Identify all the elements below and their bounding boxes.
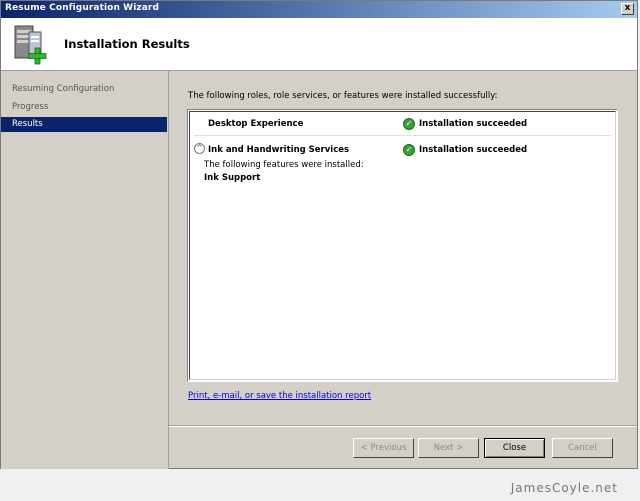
check-icon: ✓ (403, 144, 415, 156)
result-name: Ink and Handwriting Services (208, 145, 350, 155)
watermark: JamesCoyle.net (510, 481, 618, 495)
results-panel: The following roles, role services, or f… (169, 71, 637, 426)
results-list[interactable]: Desktop Experience ✓ Installation succee… (187, 109, 618, 382)
result-status: ✓ Installation succeeded (403, 117, 527, 131)
window-title: Resume Configuration Wizard (5, 3, 159, 13)
page-title: Installation Results (64, 37, 190, 51)
wizard-steps: Resuming Configuration Progress Results (1, 71, 169, 469)
result-row: Desktop Experience ✓ Installation succee… (190, 114, 615, 133)
row-divider (194, 135, 611, 136)
cancel-button[interactable]: Cancel (552, 438, 613, 458)
collapse-icon[interactable]: ^ (194, 143, 205, 154)
footer-divider-highlight (169, 426, 637, 427)
result-row: ^ Ink and Handwriting Services ✓ Install… (190, 140, 615, 159)
detail-item: Ink Support (204, 173, 261, 183)
server-add-icon (14, 25, 47, 65)
step-progress[interactable]: Progress (1, 100, 167, 115)
installation-report-link[interactable]: Print, e-mail, or save the installation … (188, 391, 371, 401)
close-window-button[interactable]: x (621, 3, 634, 15)
previous-button[interactable]: < Previous (353, 438, 414, 458)
wizard-window: Resume Configuration Wizard x Installati… (0, 0, 638, 469)
wizard-header: Installation Results (1, 18, 637, 71)
detail-label: The following features were installed: (204, 160, 364, 170)
title-bar[interactable]: Resume Configuration Wizard x (1, 1, 637, 18)
step-results[interactable]: Results (1, 117, 167, 132)
result-status: ✓ Installation succeeded (403, 143, 527, 157)
intro-text: The following roles, role services, or f… (188, 91, 498, 101)
result-name: Desktop Experience (208, 119, 304, 129)
check-icon: ✓ (403, 118, 415, 130)
result-status-text: Installation succeeded (419, 145, 528, 155)
step-resuming-configuration[interactable]: Resuming Configuration (1, 82, 167, 97)
close-button[interactable]: Close (484, 438, 545, 458)
next-button[interactable]: Next > (418, 438, 479, 458)
result-status-text: Installation succeeded (419, 119, 528, 129)
